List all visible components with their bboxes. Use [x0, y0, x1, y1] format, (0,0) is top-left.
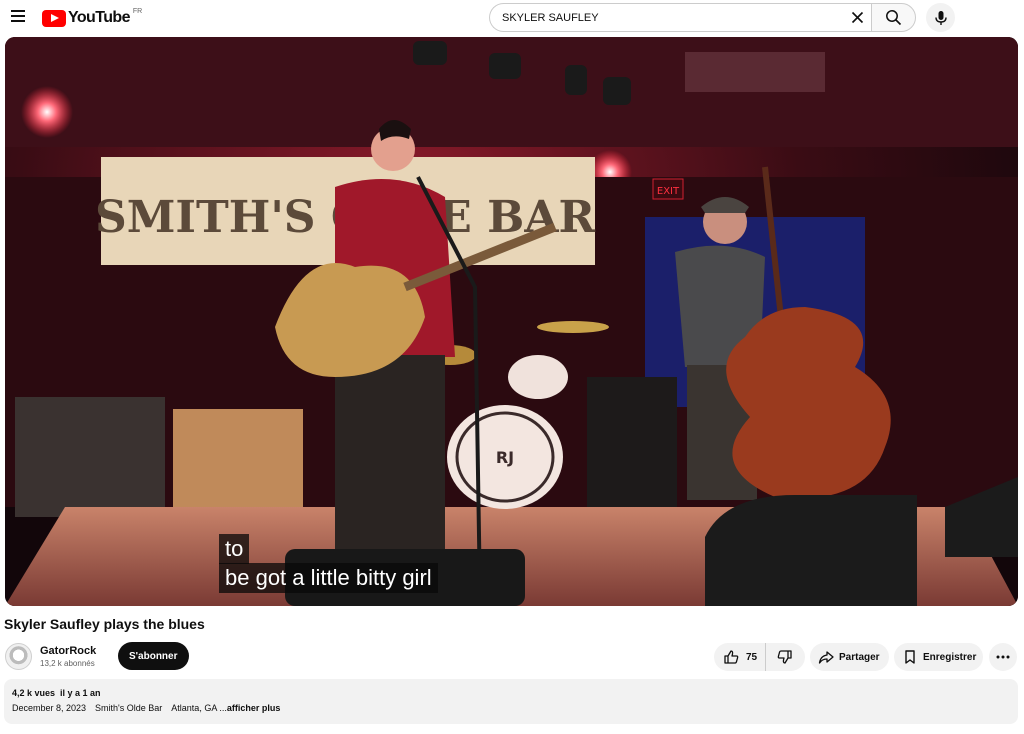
share-button[interactable]: Partager: [810, 643, 889, 671]
search-bar: [489, 3, 916, 32]
description-stats: 4,2 k vues il y a 1 an: [12, 688, 1010, 698]
video-player[interactable]: SMITH'S OLDE BAR EXIT RJ: [5, 37, 1018, 606]
search-icon: [886, 10, 902, 26]
more-actions-button[interactable]: [989, 643, 1017, 671]
save-label: Enregistrer: [923, 651, 977, 663]
channel-name[interactable]: GatorRock: [40, 645, 110, 657]
description-text: December 8, 2023 Smith's Olde Bar Atlanta,…: [12, 703, 1010, 713]
video-frame: SMITH'S OLDE BAR EXIT RJ: [5, 37, 1018, 606]
menu-icon[interactable]: [9, 8, 27, 26]
subscribe-button[interactable]: S'abonner: [118, 642, 189, 670]
youtube-logo[interactable]: YouTube FR: [42, 8, 142, 28]
top-bar: YouTube FR: [0, 0, 1024, 36]
logo-text: YouTube: [68, 9, 130, 26]
dislike-button[interactable]: [766, 643, 804, 671]
captions: to be got a little bitty girl: [219, 534, 438, 593]
exit-sign-text: EXIT: [657, 186, 680, 197]
show-more-link[interactable]: afficher plus: [227, 703, 281, 713]
clear-search-icon[interactable]: [849, 9, 866, 26]
video-title: Skyler Saufley plays the blues: [4, 616, 205, 632]
like-count: 75: [746, 651, 758, 663]
more-horizontal-icon: [996, 655, 1010, 659]
save-button[interactable]: Enregistrer: [894, 643, 983, 671]
view-count: 4,2 k vues: [12, 688, 56, 698]
description-location: Atlanta, GA ...: [171, 703, 227, 713]
thumbs-up-icon: [724, 650, 739, 664]
country-code: FR: [132, 7, 143, 15]
microphone-icon: [934, 10, 947, 25]
like-button[interactable]: 75: [714, 643, 766, 671]
bookmark-icon: [905, 650, 915, 664]
owner-row: GatorRock 13,2 k abonnés S'abonner: [5, 640, 189, 672]
thumbs-down-icon: [777, 650, 792, 664]
like-dislike-group: 75: [714, 643, 805, 671]
description-venue: Smith's Olde Bar: [95, 703, 163, 713]
caption-line-2: be got a little bitty girl: [219, 563, 438, 593]
channel-info: GatorRock 13,2 k abonnés: [40, 645, 110, 668]
description-box[interactable]: 4,2 k vues il y a 1 an December 8, 2023 Sm…: [4, 679, 1018, 724]
subscriber-count: 13,2 k abonnés: [40, 658, 95, 668]
share-icon: [818, 651, 834, 664]
search-input[interactable]: [489, 3, 871, 32]
voice-search-button[interactable]: [926, 3, 955, 32]
share-label: Partager: [839, 651, 880, 663]
drum-logo-text: RJ: [496, 448, 514, 467]
description-date: December 8, 2023: [12, 703, 87, 713]
search-button[interactable]: [871, 3, 916, 32]
youtube-play-icon: [42, 9, 66, 27]
caption-line-1: to: [219, 534, 250, 564]
channel-avatar[interactable]: [5, 642, 32, 670]
upload-age: il y a 1 an: [60, 688, 101, 698]
